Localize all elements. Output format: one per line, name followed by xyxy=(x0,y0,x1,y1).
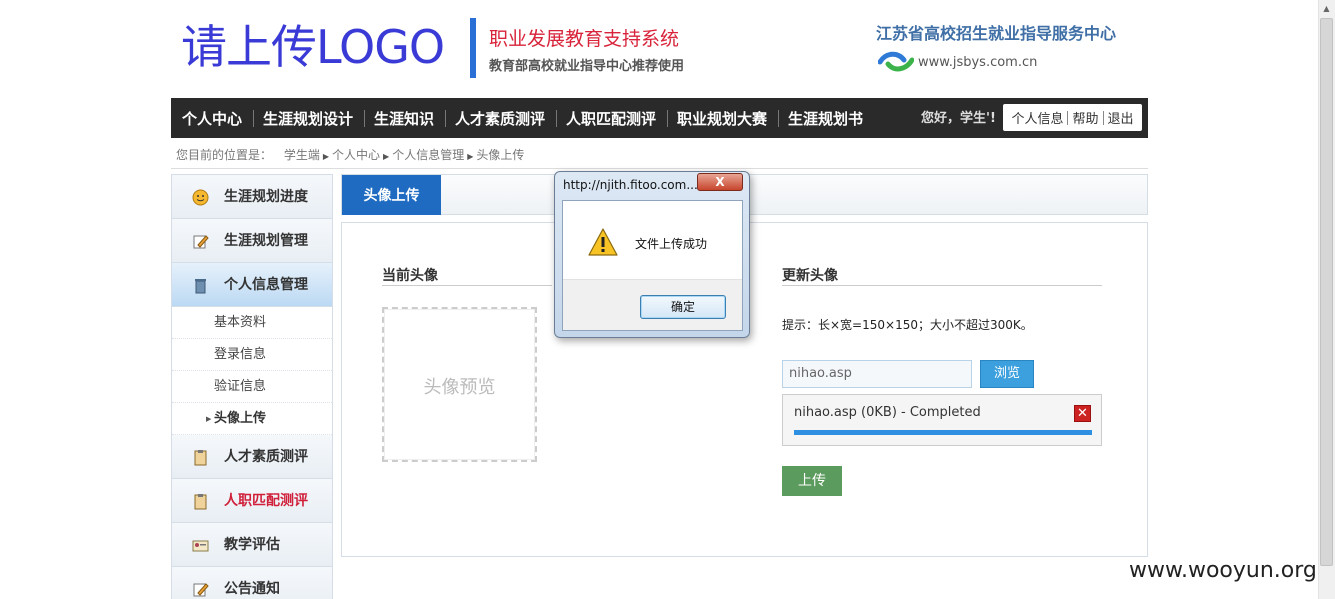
sidebar: 生涯规划进度 生涯规划管理 个人信息管理 基本资料 登录信息 验证信息 ▶ 头像… xyxy=(171,174,333,599)
nav-separator xyxy=(253,110,254,127)
nav-career-contest[interactable]: 职业规划大赛 xyxy=(677,98,767,138)
watermark-text: www.wooyun.org xyxy=(1129,558,1317,583)
sidebar-item-label: 生涯规划管理 xyxy=(224,233,308,249)
trash-icon xyxy=(195,279,206,294)
sidebar-item-career-management[interactable]: 生涯规划管理 xyxy=(172,219,332,263)
clipboard-icon xyxy=(194,450,207,466)
greeting: 您好，学生'! xyxy=(921,111,996,126)
scrollbar-thumb[interactable] xyxy=(1320,18,1333,566)
dialog-ok-button[interactable]: 确定 xyxy=(640,295,726,319)
sidebar-subitem-label: 头像上传 xyxy=(214,411,267,426)
breadcrumb-arrow-icon: ▶ xyxy=(467,152,474,161)
nav-talent-assessment[interactable]: 人才素质测评 xyxy=(455,98,545,138)
sidebar-subitem-basic-info[interactable]: 基本资料 xyxy=(172,307,332,339)
dialog-title: http://njith.fitoo.com... xyxy=(563,178,698,192)
current-avatar-title: 当前头像 xyxy=(382,268,438,284)
sidebar-item-label: 公告通知 xyxy=(224,581,280,597)
dialog-close-button[interactable]: X xyxy=(697,173,743,191)
main-nav: 个人中心 生涯规划设计 生涯知识 人才素质测评 人职匹配测评 职业规划大赛 生涯… xyxy=(171,98,1148,138)
breadcrumb-item[interactable]: 个人中心 xyxy=(332,148,380,162)
user-links: 个人信息 帮助 退出 xyxy=(1003,104,1142,131)
sidebar-subitem-login-info[interactable]: 登录信息 xyxy=(172,339,332,371)
link-personal-info[interactable]: 个人信息 xyxy=(1007,108,1067,127)
sidebar-subitem-avatar-upload[interactable]: ▶ 头像上传 xyxy=(172,403,332,435)
upload-tip: 提示：长×宽=150×150；大小不超过300K。 xyxy=(782,318,1033,332)
upload-button[interactable]: 上传 xyxy=(782,466,842,496)
breadcrumb-current: 头像上传 xyxy=(476,148,525,162)
sidebar-item-label: 个人信息管理 xyxy=(224,277,308,293)
nav-career-design[interactable]: 生涯规划设计 xyxy=(263,98,353,138)
center-url[interactable]: www.jsbys.com.cn xyxy=(918,55,1037,70)
id-card-icon xyxy=(192,540,209,552)
upload-progress-bar xyxy=(794,430,1092,435)
nav-job-match[interactable]: 人职匹配测评 xyxy=(566,98,656,138)
sidebar-item-announcements[interactable]: 公告通知 xyxy=(172,567,332,599)
sidebar-item-personal-info[interactable]: 个人信息管理 xyxy=(172,263,332,307)
center-name: 江苏省高校招生就业指导服务中心 xyxy=(876,24,1117,43)
breadcrumb-arrow-icon: ▶ xyxy=(383,152,390,161)
breadcrumb-item[interactable]: 个人信息管理 xyxy=(392,148,464,162)
upload-queue-item: nihao.asp (0KB) - Completed ✕ xyxy=(782,394,1102,446)
logo-placeholder: 请上传LOGO xyxy=(181,20,445,74)
cancel-upload-icon[interactable]: ✕ xyxy=(1074,405,1091,422)
nav-separator xyxy=(667,110,668,127)
center-logo-icon xyxy=(878,51,914,72)
edit-icon xyxy=(193,583,209,597)
update-avatar-title: 更新头像 xyxy=(782,268,838,284)
nav-separator xyxy=(556,110,557,127)
sidebar-subitem-label: 验证信息 xyxy=(214,379,267,394)
avatar-preview-placeholder: 头像预览 xyxy=(423,377,496,398)
breadcrumb-arrow-icon: ▶ xyxy=(322,152,330,161)
system-title: 职业发展教育支持系统 xyxy=(489,28,680,50)
sidebar-item-job-match[interactable]: 人职匹配测评 xyxy=(172,479,332,523)
sidebar-subitem-label: 登录信息 xyxy=(214,347,267,362)
dialog-footer: 确定 xyxy=(563,279,742,330)
section-divider xyxy=(782,285,1102,286)
sidebar-item-teaching-eval[interactable]: 教学评估 xyxy=(172,523,332,567)
upload-status: nihao.asp (0KB) - Completed xyxy=(794,405,981,420)
nav-personal-center[interactable]: 个人中心 xyxy=(182,98,242,138)
nav-separator xyxy=(364,110,365,127)
dialog-message: 文件上传成功 xyxy=(635,237,708,251)
section-divider xyxy=(382,285,552,286)
nav-separator xyxy=(445,110,446,127)
system-subtitle: 教育部高校就业指导中心推荐使用 xyxy=(489,59,685,74)
scroll-up-icon[interactable]: ▲ xyxy=(1318,0,1335,17)
breadcrumb-prefix: 您目前的位置是： xyxy=(176,148,273,162)
avatar-preview: 头像预览 xyxy=(382,307,537,462)
browse-button[interactable]: 浏览 xyxy=(980,360,1034,388)
sidebar-item-career-progress[interactable]: 生涯规划进度 xyxy=(172,175,332,219)
file-path-input[interactable]: nihao.asp xyxy=(782,360,972,388)
nav-separator xyxy=(778,110,779,127)
sidebar-item-label: 生涯规划进度 xyxy=(224,189,308,205)
clipboard-icon xyxy=(194,494,207,510)
breadcrumb-divider xyxy=(171,168,1148,169)
tab-avatar-upload[interactable]: 头像上传 xyxy=(342,175,441,215)
smiley-icon xyxy=(192,189,209,206)
sidebar-subitem-verify-info[interactable]: 验证信息 xyxy=(172,371,332,403)
breadcrumb: 您目前的位置是： 学生端 ▶ 个人中心 ▶ 个人信息管理 ▶ 头像上传 xyxy=(176,146,524,163)
sidebar-item-label: 人才素质测评 xyxy=(224,449,308,465)
breadcrumb-item[interactable]: 学生端 xyxy=(284,148,320,162)
warning-icon xyxy=(588,228,618,256)
link-help[interactable]: 帮助 xyxy=(1068,108,1102,127)
sidebar-item-talent-assessment[interactable]: 人才素质测评 xyxy=(172,435,332,479)
nav-career-book[interactable]: 生涯规划书 xyxy=(788,98,863,138)
sidebar-item-label: 教学评估 xyxy=(224,537,280,553)
sidebar-subitem-label: 基本资料 xyxy=(214,315,267,330)
nav-career-knowledge[interactable]: 生涯知识 xyxy=(374,98,434,138)
link-logout[interactable]: 退出 xyxy=(1104,108,1138,127)
edit-icon xyxy=(193,235,209,249)
alert-dialog: http://njith.fitoo.com... X 文件上传成功 确定 xyxy=(554,171,750,338)
bullet-icon: ▶ xyxy=(206,415,212,423)
dialog-body: 文件上传成功 确定 xyxy=(562,200,743,331)
logo-divider xyxy=(470,18,476,78)
sidebar-item-label: 人职匹配测评 xyxy=(224,493,308,509)
